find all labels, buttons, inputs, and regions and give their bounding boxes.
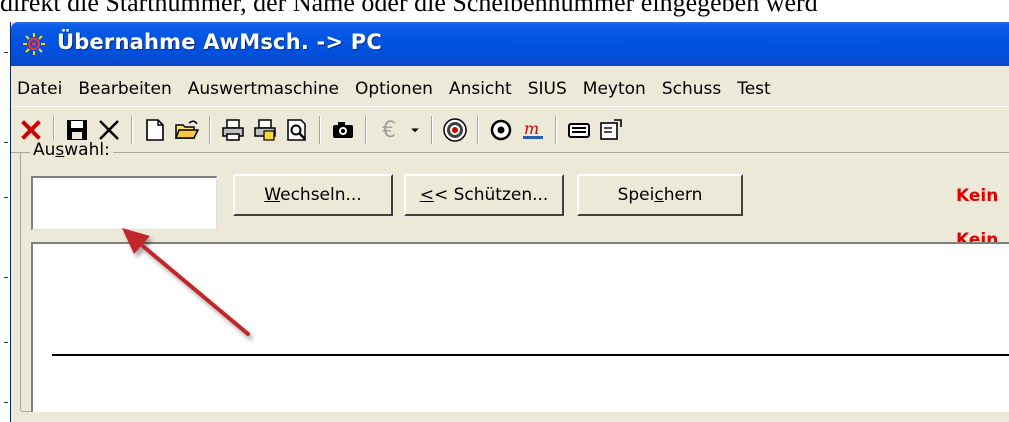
toolbar-separator [319,116,321,144]
meyton-logo-icon[interactable]: m [517,113,549,147]
list-divider-line [52,354,1009,356]
menu-test[interactable]: Test [729,79,778,99]
speichern-button[interactable]: Speichern [577,174,743,216]
menu-schuss[interactable]: Schuss [654,79,729,99]
document-text-above: direkt die Startnummer, der Name oder di… [0,0,818,17]
properties-icon[interactable] [595,113,627,147]
camera-icon[interactable] [327,113,359,147]
toolbar-separator [131,116,133,144]
open-folder-icon[interactable] [171,113,203,147]
print-icon[interactable] [217,113,249,147]
toolbar-separator [365,116,367,144]
schuetzen-button[interactable]: << Schützen... [404,174,564,216]
target-icon[interactable] [439,113,471,147]
title-bar[interactable]: Übernahme AwMsch. -> PC [11,22,1009,66]
menu-separator [11,106,1009,107]
menu-meyton[interactable]: Meyton [575,79,654,99]
euro-icon[interactable]: € [373,113,405,147]
toolbar-separator [431,116,433,144]
window-title: Übernahme AwMsch. -> PC [57,30,382,54]
menu-bearbeiten[interactable]: Bearbeiten [70,79,179,99]
print-setup-icon[interactable] [249,113,281,147]
annotation-arrow-icon [122,228,250,336]
printer-icon[interactable] [563,113,595,147]
document-margin-marks [0,22,10,422]
menu-datei[interactable]: Datei [11,79,70,99]
menu-ansicht[interactable]: Ansicht [441,79,520,99]
bullseye-icon[interactable] [485,113,517,147]
toolbar-separator [555,116,557,144]
print-preview-icon[interactable] [281,113,313,147]
toolbar-separator [477,116,479,144]
svg-text:m: m [524,119,539,138]
menu-optionen[interactable]: Optionen [347,79,441,99]
red-target-icon [23,33,45,55]
toolbar-separator [209,116,211,144]
status-text-1: Kein [956,186,999,206]
menu-bar: Datei Bearbeiten Auswertmaschine Optione… [11,74,1009,104]
dropdown-arrow-icon[interactable] [405,113,425,147]
menu-auswertmaschine[interactable]: Auswertmaschine [180,79,347,99]
auswahl-label: Auswahl: [30,140,113,160]
wechseln-button[interactable]: Wechseln... [233,174,393,216]
toolbar: € m [11,110,1009,150]
menu-sius[interactable]: SIUS [520,79,575,99]
euro-symbol: € [382,117,396,143]
new-document-icon[interactable] [139,113,171,147]
